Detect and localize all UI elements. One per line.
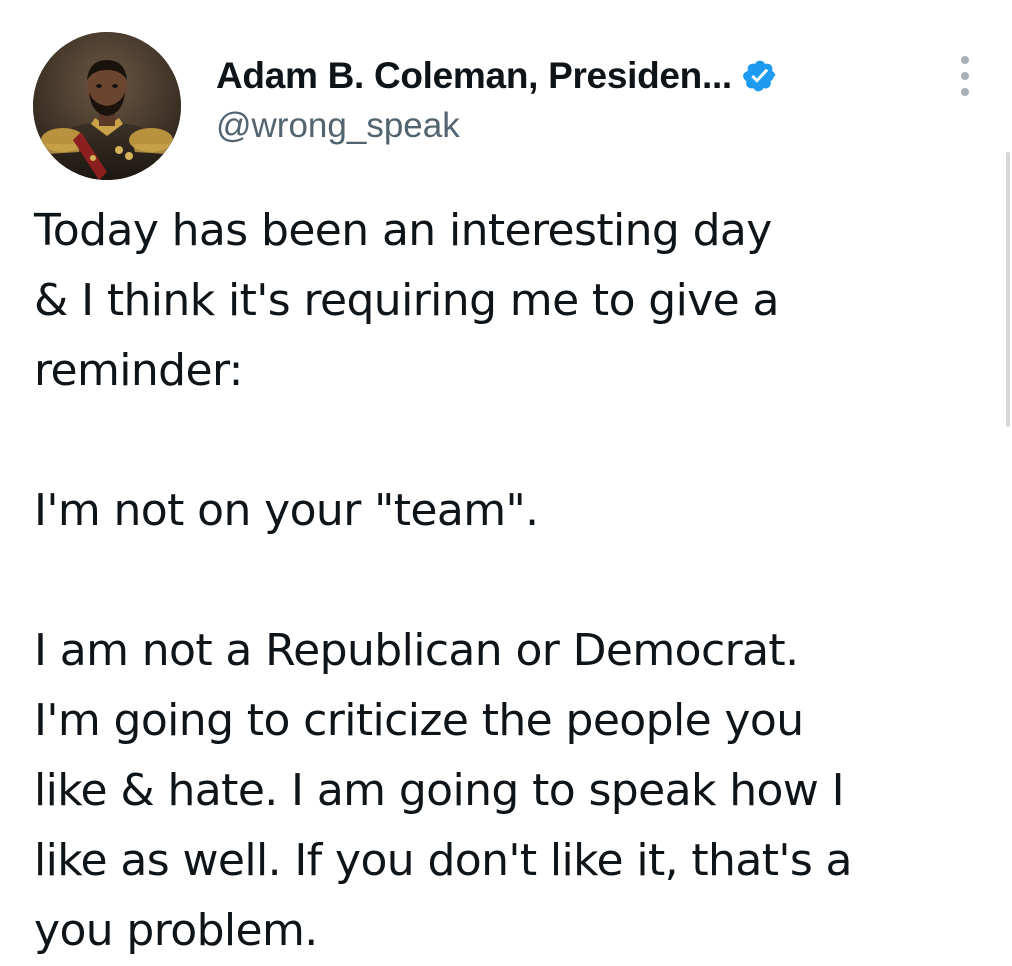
tweet-card: Adam B. Coleman, Presiden... @wrong_spea…	[0, 0, 1012, 965]
tweet-line: Today has been an interesting day	[34, 205, 772, 256]
author-info: Adam B. Coleman, Presiden... @wrong_spea…	[216, 52, 778, 146]
tweet-line: I'm going to criticize the people you	[34, 695, 804, 746]
tweet-line: I am not a Republican or Democrat.	[34, 625, 799, 676]
tweet-line: like & hate. I am going to speak how I	[34, 765, 845, 816]
author-avatar[interactable]	[33, 32, 181, 180]
author-handle[interactable]: @wrong_speak	[216, 106, 778, 146]
more-dot	[961, 72, 969, 80]
author-display-name[interactable]: Adam B. Coleman, Presiden...	[216, 55, 732, 97]
tweet-paragraph: Today has been an interesting day & I th…	[34, 196, 994, 406]
tweet-paragraph: I'm not on your "team".	[34, 476, 994, 546]
more-dot	[961, 56, 969, 64]
verified-badge-icon	[743, 60, 776, 92]
tweet-text: Today has been an interesting day & I th…	[34, 196, 994, 966]
tweet-line: & I think it's requiring me to give a	[34, 275, 780, 326]
tweet-line: I'm not on your "team".	[34, 485, 539, 536]
more-vertical-icon[interactable]	[954, 56, 976, 96]
tweet-line: reminder:	[34, 345, 244, 396]
tweet-paragraph: I am not a Republican or Democrat. I'm g…	[34, 616, 994, 966]
more-dot	[961, 88, 969, 96]
author-name-row: Adam B. Coleman, Presiden...	[216, 52, 778, 100]
tweet-line: like as well. If you don't like it, that…	[34, 835, 853, 886]
tweet-line: you problem.	[34, 905, 318, 956]
avatar-portrait-icon	[33, 32, 181, 180]
scrollbar[interactable]	[1006, 152, 1010, 427]
